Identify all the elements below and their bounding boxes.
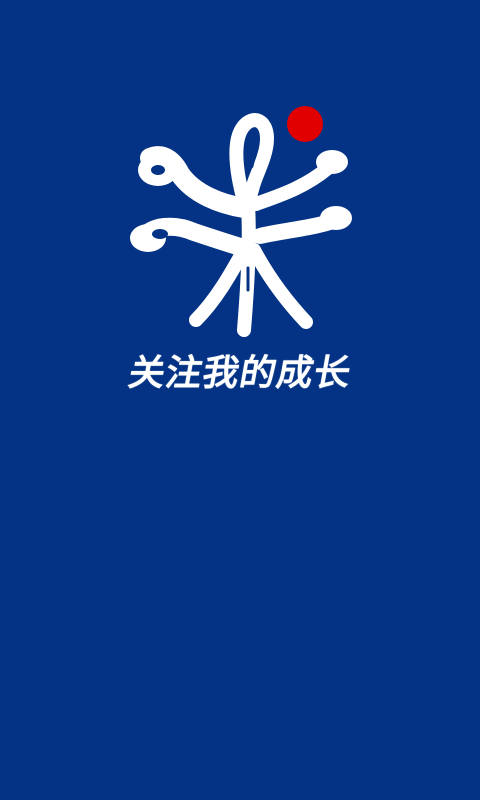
red-dot-icon bbox=[287, 106, 323, 142]
logo-stroke-top-inner bbox=[248, 137, 256, 169]
slogan-text: 关注我的成长 bbox=[125, 353, 355, 394]
logo-stroke-lower-left-hole bbox=[152, 229, 168, 239]
logo-stroke-upper-right bbox=[249, 161, 335, 211]
logo-stroke-sweep-right bbox=[247, 243, 313, 329]
logo-stroke-lower-right-head bbox=[320, 206, 352, 230]
rice-character-logo-icon bbox=[120, 100, 360, 350]
logo-stroke-sweep-left bbox=[189, 243, 251, 327]
logo-stroke-upper-right-head bbox=[316, 150, 348, 174]
logo-stroke-upper-left-hole bbox=[151, 165, 165, 175]
splash-screen: 关注我的成长 bbox=[0, 0, 480, 800]
